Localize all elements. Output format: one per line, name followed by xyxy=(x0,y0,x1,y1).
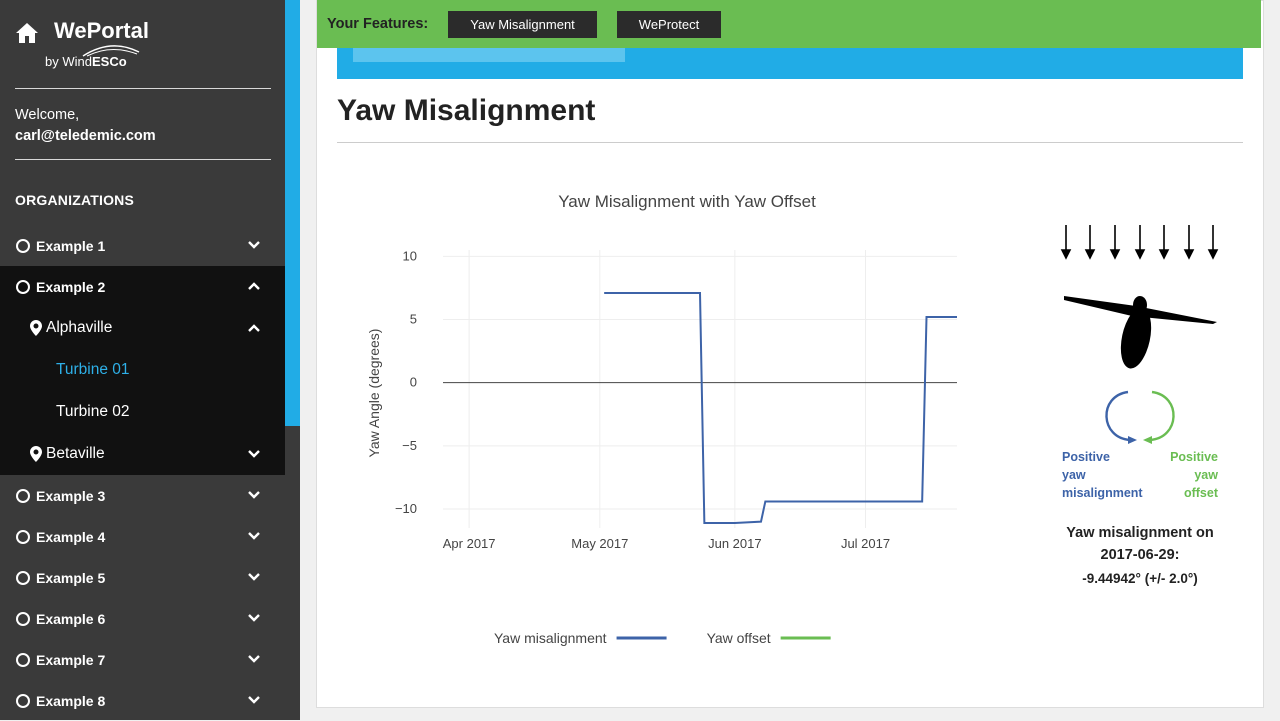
positive-offset-arrow-icon xyxy=(1149,390,1175,442)
circle-icon xyxy=(16,611,30,626)
brand-title: WePortal xyxy=(54,18,149,43)
title-divider xyxy=(337,142,1243,143)
org-item-example-5[interactable]: Example 5 xyxy=(0,557,285,598)
welcome-greeting: Welcome, xyxy=(15,107,80,123)
x-tick-label: Apr 2017 xyxy=(443,536,496,551)
chevron-down-icon[interactable] xyxy=(247,447,261,461)
sidebar: WePortal by WindESCo Welcome, carl@teled… xyxy=(0,0,285,720)
sidebar-scroll-gutter xyxy=(285,426,300,720)
chevron-down-icon[interactable] xyxy=(247,529,261,543)
org-item-example-4[interactable]: Example 4 xyxy=(0,516,285,557)
y-tick-label: −10 xyxy=(395,501,417,516)
org-item-example-2[interactable]: Example 2 xyxy=(0,266,285,307)
circle-icon xyxy=(16,693,30,708)
chevron-down-icon[interactable] xyxy=(247,611,261,625)
progress-fill xyxy=(353,48,625,62)
misalignment-caption: Yaw misalignment on 2017-06-29: xyxy=(1066,525,1214,563)
chevron-up-icon[interactable] xyxy=(247,279,261,293)
org-item-example-6[interactable]: Example 6 xyxy=(0,598,285,639)
arrowhead-icon xyxy=(1128,436,1137,444)
features-bar: Your Features: Yaw Misalignment WeProtec… xyxy=(317,0,1261,48)
y-tick-label: 10 xyxy=(403,248,417,263)
home-icon xyxy=(16,23,38,43)
wind-arrows-icon xyxy=(1060,225,1219,260)
divider xyxy=(15,88,271,89)
positive-offset-legend: Positive yaw offset xyxy=(1170,450,1218,500)
chevron-down-icon[interactable] xyxy=(247,238,261,252)
legend-item-label: Yaw misalignment xyxy=(494,630,607,646)
map-pin-icon xyxy=(30,446,42,462)
org-item-example-7[interactable]: Example 7 xyxy=(0,639,285,680)
welcome-block: Welcome, carl@teledemic.com xyxy=(15,105,156,147)
feature-button-weprotect[interactable]: WeProtect xyxy=(616,10,722,38)
chevron-down-icon[interactable] xyxy=(247,693,261,707)
y-tick-label: −5 xyxy=(402,438,417,453)
y-tick-label: 5 xyxy=(410,312,417,327)
legend-item-label: Yaw offset xyxy=(707,630,771,646)
chevron-down-icon[interactable] xyxy=(247,488,261,502)
circle-icon xyxy=(16,652,30,667)
progress-bar xyxy=(337,48,1243,79)
x-tick-label: May 2017 xyxy=(571,536,628,551)
circle-icon xyxy=(16,238,30,253)
chevron-up-icon[interactable] xyxy=(247,321,261,335)
circle-icon xyxy=(16,279,30,294)
circle-icon xyxy=(16,488,30,503)
y-tick-label: 0 xyxy=(410,375,417,390)
positive-yaw-legend: Positive yaw misalignment xyxy=(1062,450,1143,500)
turbine-diagram xyxy=(1060,225,1219,444)
site-item-alphaville[interactable]: Alphaville xyxy=(0,307,285,349)
circle-icon xyxy=(16,529,30,544)
x-tick-label: Jun 2017 xyxy=(708,536,762,551)
misalignment-value: -9.44942° (+/- 2.0°) xyxy=(1082,571,1198,586)
features-label: Your Features: xyxy=(327,16,429,32)
turbine-item-02[interactable]: Turbine 02 xyxy=(0,391,285,433)
site-item-betaville[interactable]: Betaville xyxy=(0,433,285,475)
brand-subtitle: by WindESCo xyxy=(45,54,127,69)
map-pin-icon xyxy=(30,320,42,336)
organizations-heading: ORGANIZATIONS xyxy=(15,192,135,208)
turbine-icon xyxy=(1064,296,1217,369)
x-tick-label: Jul 2017 xyxy=(841,536,890,551)
chevron-down-icon[interactable] xyxy=(247,570,261,584)
org-item-example-8[interactable]: Example 8 xyxy=(0,680,285,721)
yaw-chart[interactable]: Yaw Misalignment with Yaw Offset Yaw Ang… xyxy=(337,170,997,670)
org-item-example-3[interactable]: Example 3 xyxy=(0,475,285,516)
y-axis-label: Yaw Angle (degrees) xyxy=(366,329,382,458)
turbine-item-01[interactable]: Turbine 01 xyxy=(0,349,285,391)
org-item-example-1[interactable]: Example 1 xyxy=(0,225,285,266)
positive-yaw-arrow-icon xyxy=(1105,390,1131,442)
feature-button-yaw-misalignment[interactable]: Yaw Misalignment xyxy=(448,10,597,38)
user-email: carl@teledemic.com xyxy=(15,128,156,144)
arrowhead-icon xyxy=(1143,436,1152,444)
page-title: Yaw Misalignment xyxy=(337,94,596,127)
divider xyxy=(15,159,271,160)
chevron-down-icon[interactable] xyxy=(247,652,261,666)
sidebar-accent-strip xyxy=(285,0,300,426)
chart-title: Yaw Misalignment with Yaw Offset xyxy=(558,192,816,211)
circle-icon xyxy=(16,570,30,585)
series-line-yaw-misalignment xyxy=(604,291,957,524)
